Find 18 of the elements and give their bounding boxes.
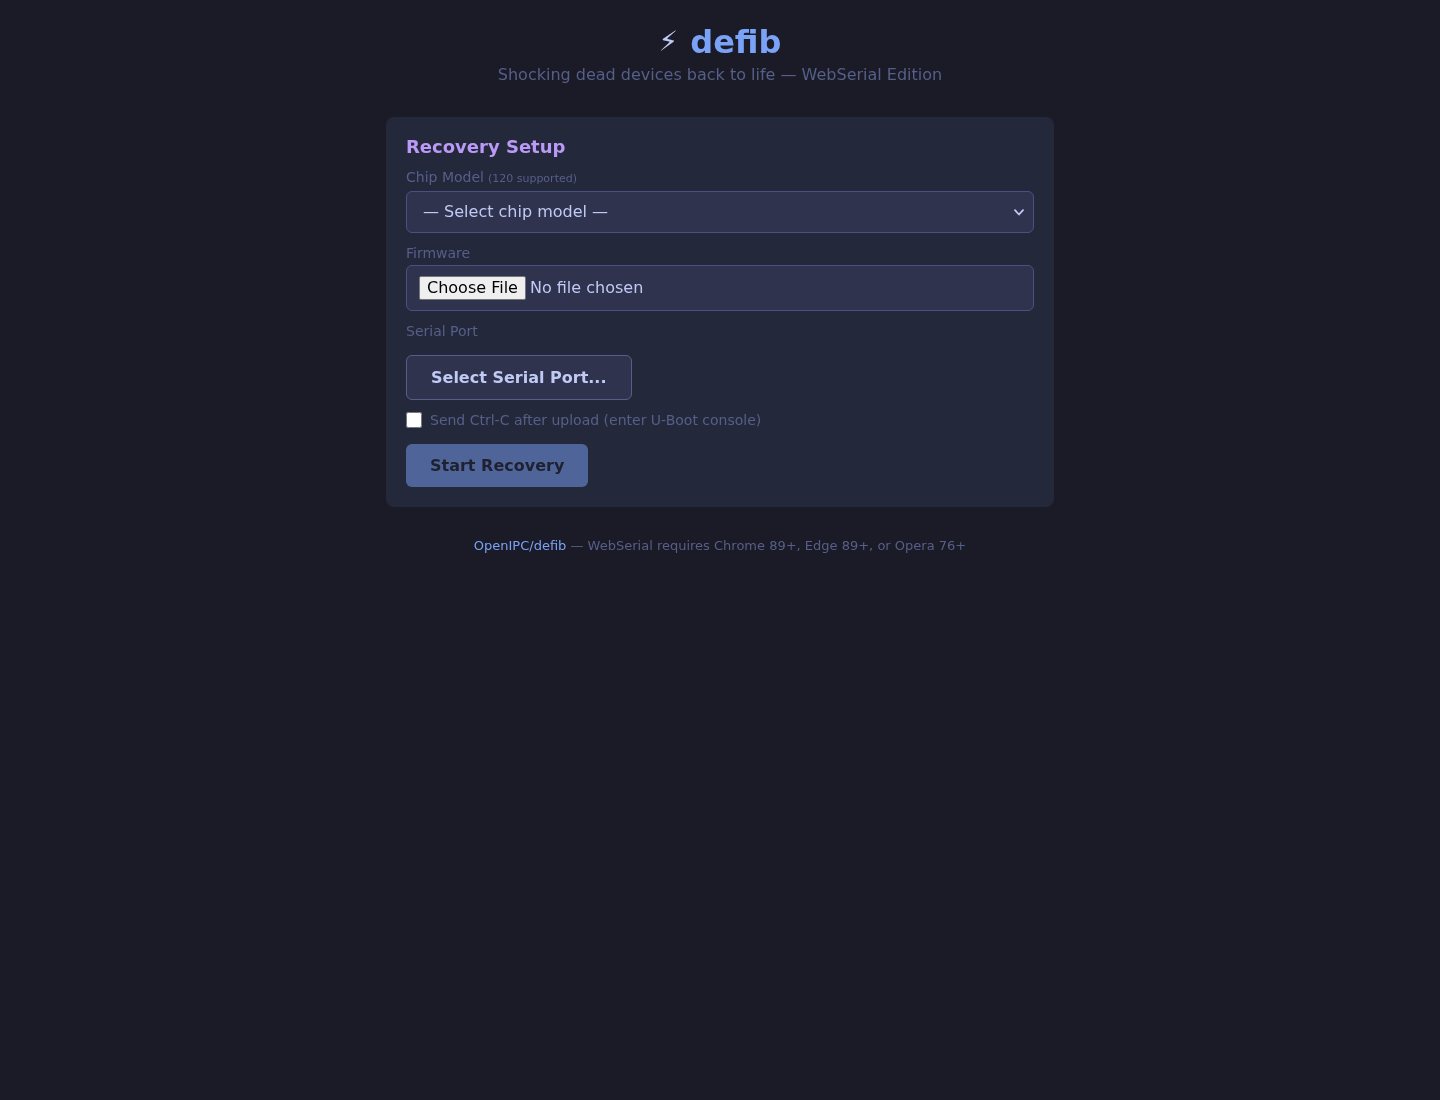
field-label: Firmware (406, 244, 471, 263)
file-status-text: No file chosen (529, 277, 644, 299)
app-subtitle: Shocking dead devices back to life — WebSerial Edition (497, 64, 943, 86)
checkbox[interactable] (406, 412, 422, 428)
select-port-button[interactable]: Select Serial Port... (406, 355, 632, 400)
chevron-down-icon (1014, 209, 1024, 216)
field-label: Serial Port (406, 322, 478, 341)
chip-model-select[interactable]: — Select chip model — (406, 191, 1034, 233)
field-label: Chip Model (406, 168, 484, 187)
panel-title: Recovery Setup (406, 137, 566, 157)
repo-link[interactable]: OpenIPC/defib (473, 538, 567, 553)
lightning-icon: ⚡ (658, 28, 679, 56)
choose-file-button[interactable]: Choose File (419, 276, 526, 300)
app-title: defib (690, 23, 782, 61)
file-input-field[interactable]: Choose File No file chosen (406, 265, 1034, 311)
checkbox-label: Send Ctrl-C after upload (enter U-Boot console) (430, 411, 762, 430)
field-note: (120 supported) (487, 171, 577, 187)
footer-text: OpenIPC/defib — WebSerial requires Chrome 89+, Edge 89+, or Opera 76+ (473, 537, 967, 555)
